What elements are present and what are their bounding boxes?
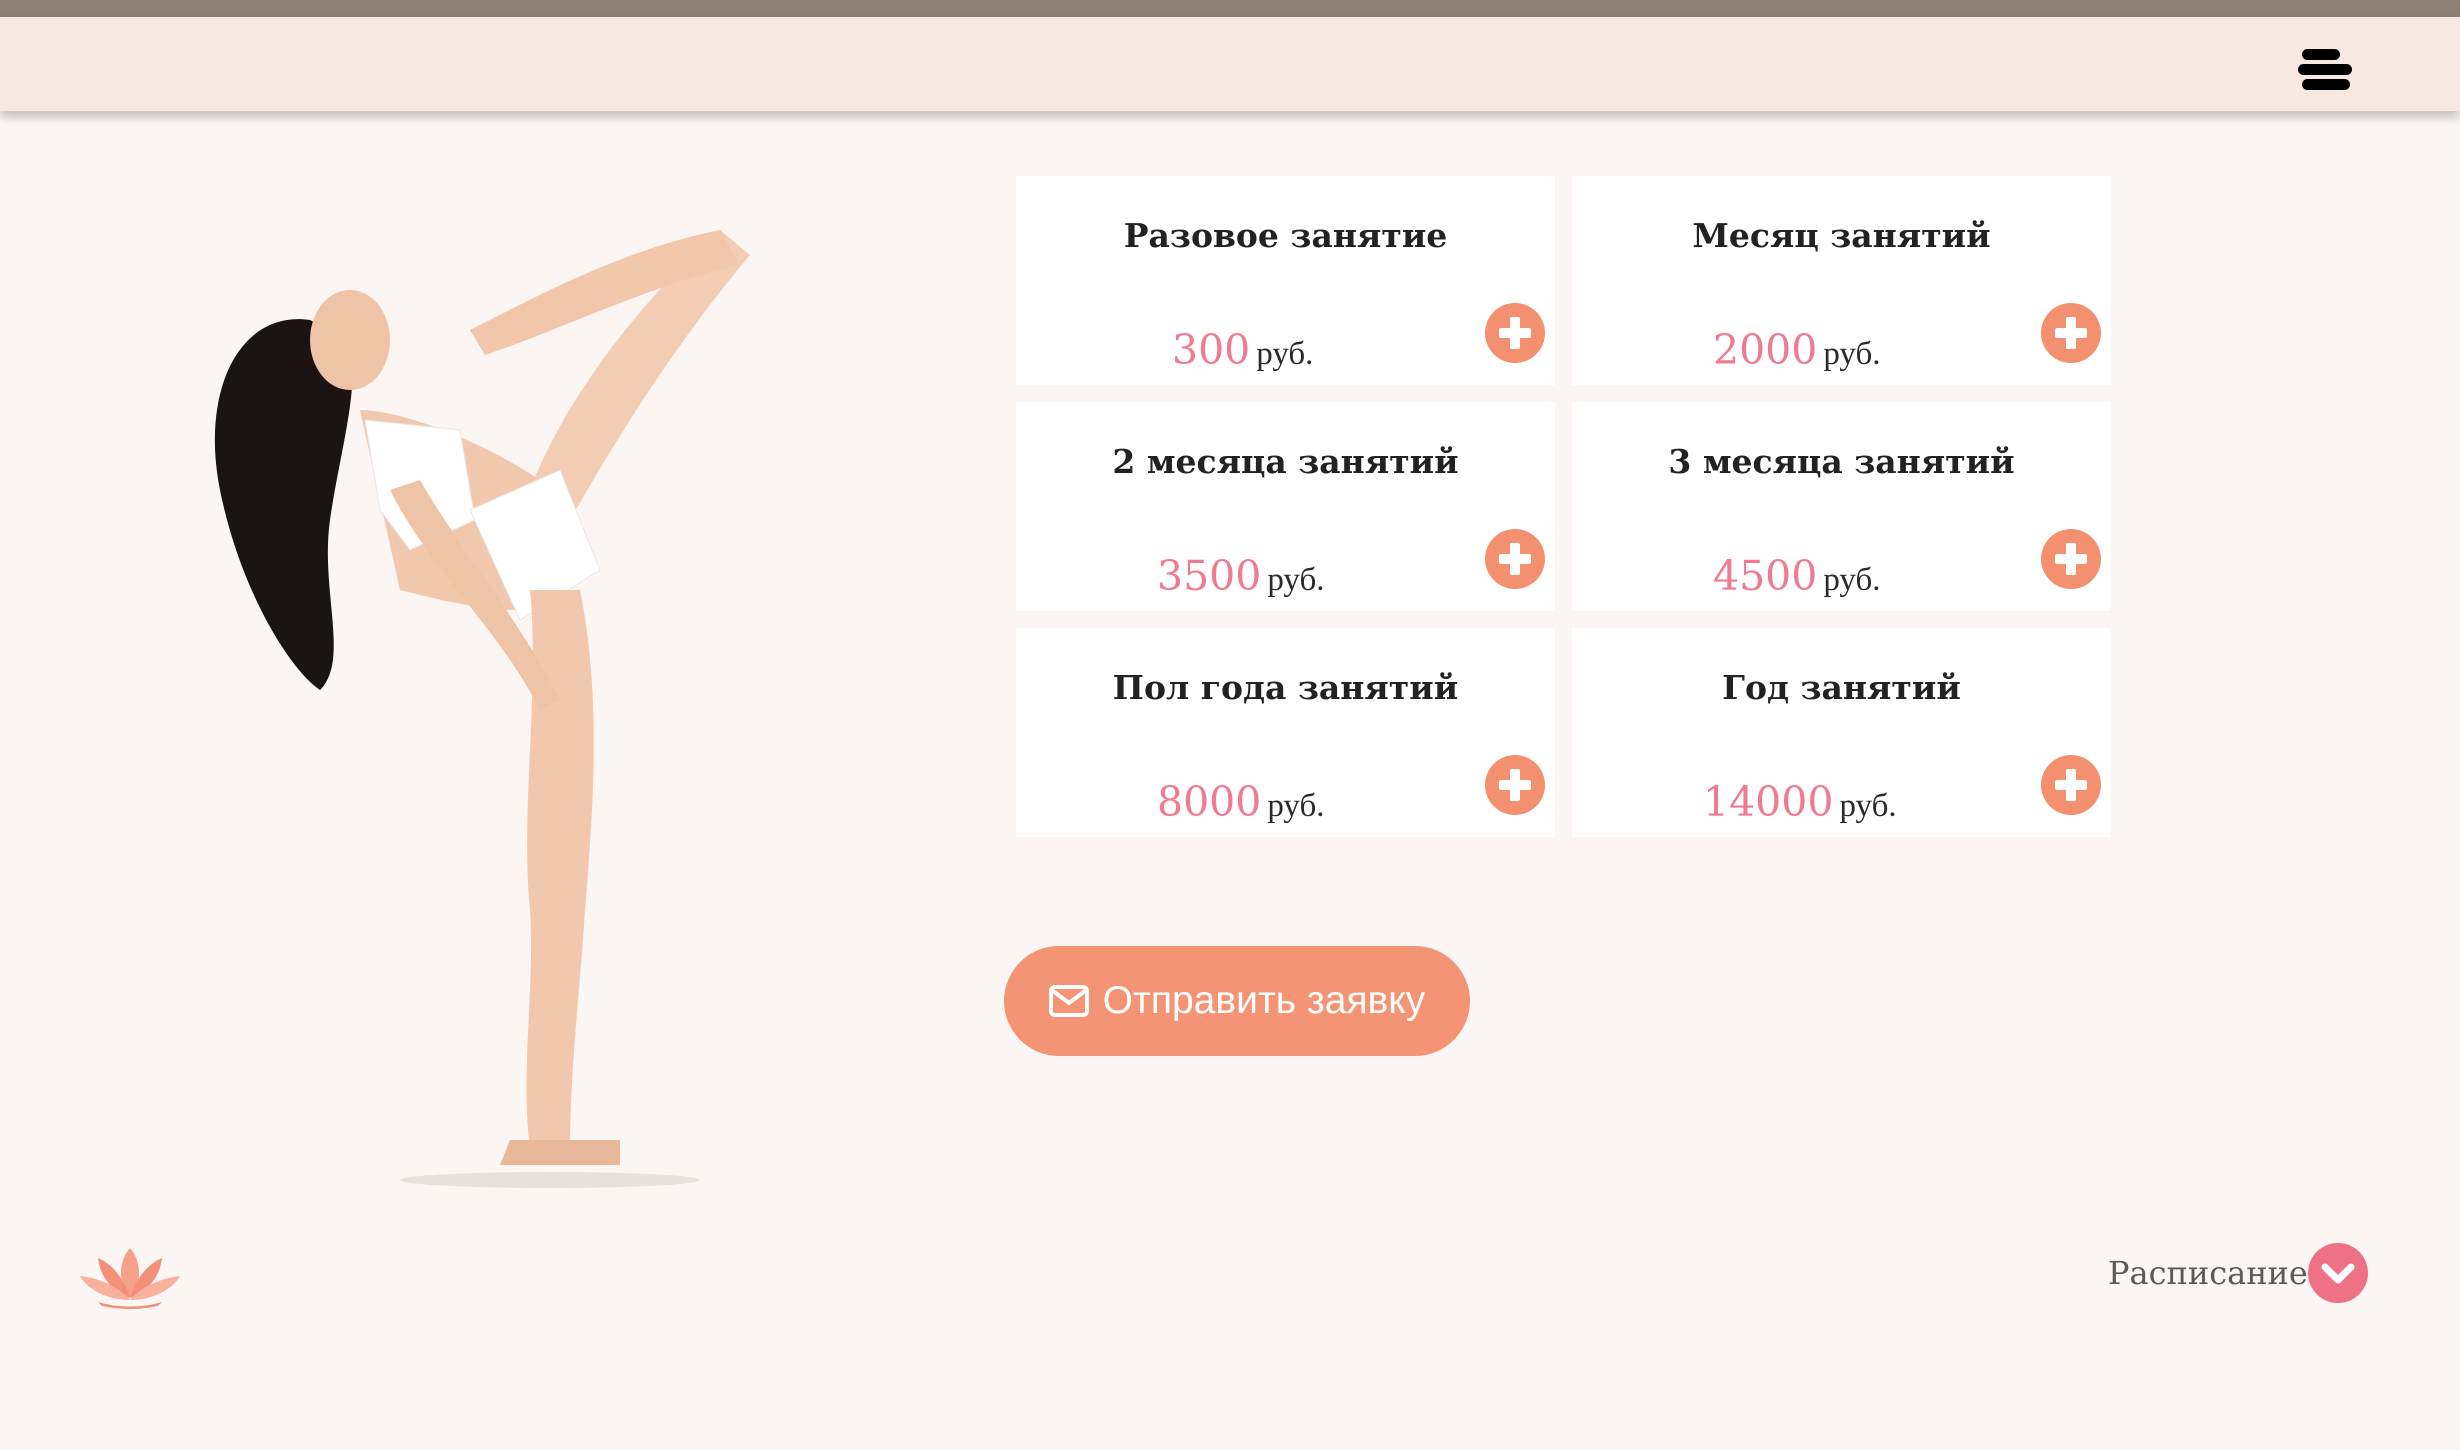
plan-title: 2 месяца занятий	[1112, 442, 1459, 481]
plan-price: 2000 руб.	[1713, 326, 1881, 374]
top-strip	[0, 0, 2460, 17]
plan-price: 300 руб.	[1172, 326, 1313, 374]
menu-bar	[2302, 49, 2340, 60]
plan-card: 2 месяца занятий 3500 руб.	[1016, 402, 1555, 611]
plan-card: Разовое занятие 300 руб.	[1016, 176, 1555, 385]
plan-card: 3 месяца занятий 4500 руб.	[1572, 402, 2111, 611]
submit-request-button[interactable]: Отправить заявку	[1004, 946, 1470, 1056]
add-plan-button[interactable]	[2041, 529, 2101, 589]
plan-currency: руб.	[1267, 788, 1325, 824]
plan-currency: руб.	[1267, 562, 1325, 598]
schedule-toggle-button[interactable]	[2308, 1243, 2368, 1303]
menu-bar	[2298, 64, 2352, 75]
plan-currency: руб.	[1256, 336, 1314, 372]
add-plan-button[interactable]	[2041, 303, 2101, 363]
schedule-link[interactable]: Расписание	[2108, 1254, 2308, 1292]
plan-currency: руб.	[1823, 562, 1881, 598]
add-plan-button[interactable]	[1485, 755, 1545, 815]
add-plan-button[interactable]	[1485, 529, 1545, 589]
plan-amount: 2000	[1713, 326, 1818, 374]
plan-title: 3 месяца занятий	[1668, 442, 2015, 481]
plan-card: Пол года занятий 8000 руб.	[1016, 628, 1555, 837]
submit-request-label: Отправить заявку	[1102, 979, 1426, 1022]
add-plan-button[interactable]	[1485, 303, 1545, 363]
envelope-icon	[1048, 985, 1089, 1017]
plan-price: 8000 руб.	[1157, 778, 1325, 826]
plan-price: 4500 руб.	[1713, 552, 1881, 600]
plan-title: Год занятий	[1722, 668, 1961, 707]
plan-title: Разовое занятие	[1123, 216, 1448, 255]
plan-price: 3500 руб.	[1157, 552, 1325, 600]
add-plan-button[interactable]	[2041, 755, 2101, 815]
hamburger-menu-icon[interactable]	[2298, 45, 2354, 93]
lotus-icon	[80, 1248, 180, 1309]
plan-amount: 300	[1172, 326, 1251, 374]
plan-amount: 3500	[1157, 552, 1262, 600]
plan-title: Пол года занятий	[1112, 668, 1459, 707]
plan-currency: руб.	[1839, 788, 1897, 824]
plan-amount: 4500	[1713, 552, 1818, 600]
menu-bar	[2302, 79, 2350, 90]
site-header	[0, 17, 2460, 111]
plan-amount: 14000	[1703, 778, 1834, 826]
plan-title: Месяц занятий	[1692, 216, 1991, 255]
plan-amount: 8000	[1157, 778, 1262, 826]
yoga-woman-image	[214, 230, 750, 1188]
chevron-down-icon	[2321, 1263, 2355, 1284]
plan-price: 14000 руб.	[1703, 778, 1897, 826]
plan-card: Месяц занятий 2000 руб.	[1572, 176, 2111, 385]
plan-currency: руб.	[1823, 336, 1881, 372]
plan-card: Год занятий 14000 руб.	[1572, 628, 2111, 837]
